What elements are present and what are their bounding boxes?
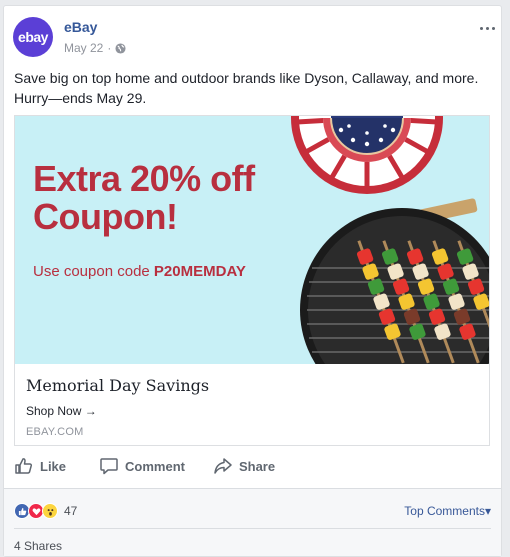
avatar-text: ebay bbox=[18, 29, 48, 45]
post-date[interactable]: May 22 bbox=[64, 41, 103, 55]
ad-title[interactable]: Memorial Day Savings bbox=[26, 376, 209, 395]
top-comments-dropdown[interactable]: Top Comments▾ bbox=[404, 504, 491, 518]
wow-reaction-icon bbox=[42, 503, 58, 519]
post-meta: May 22 · bbox=[64, 41, 126, 55]
post-stats: 47 Top Comments▾ 4 Shares bbox=[4, 488, 501, 556]
ad-domain: EBAY.COM bbox=[26, 426, 84, 438]
shares-count[interactable]: 4 Shares bbox=[14, 539, 62, 553]
headline-line-2: Coupon! bbox=[33, 196, 178, 237]
more-options-icon[interactable] bbox=[477, 23, 497, 33]
ad-caption[interactable]: Memorial Day Savings Shop Now → EBAY.COM bbox=[15, 364, 489, 445]
reaction-count: 47 bbox=[64, 504, 78, 518]
share-button[interactable]: Share bbox=[213, 456, 275, 476]
ad-image[interactable]: Extra 20% off Coupon! Use coupon code P2… bbox=[15, 116, 489, 364]
shop-now-link[interactable]: Shop Now → bbox=[26, 404, 97, 418]
like-icon bbox=[15, 458, 33, 474]
comment-icon bbox=[100, 458, 118, 475]
grill-illustration bbox=[300, 198, 489, 364]
ad-headline: Extra 20% off Coupon! bbox=[33, 160, 255, 236]
feed-post: ebay eBay May 22 · Save big on top home … bbox=[3, 5, 502, 557]
post-text: Save big on top home and outdoor brands … bbox=[14, 70, 479, 106]
like-label: Like bbox=[40, 458, 67, 474]
headline-line-1: Extra 20% off bbox=[33, 158, 255, 199]
avatar[interactable]: ebay bbox=[13, 17, 53, 57]
ad-card[interactable]: Extra 20% off Coupon! Use coupon code P2… bbox=[14, 115, 490, 446]
share-label: Share bbox=[238, 458, 276, 474]
reactions-summary[interactable]: 47 bbox=[14, 503, 77, 519]
coupon-code: P20MEMDAY bbox=[153, 263, 246, 280]
like-button[interactable]: Like bbox=[14, 456, 66, 476]
comment-label: Comment bbox=[125, 458, 185, 474]
comment-button[interactable]: Comment bbox=[99, 456, 185, 476]
post-actions: Like Comment Share bbox=[12, 452, 492, 480]
coupon-prefix: Use coupon code bbox=[33, 263, 154, 280]
share-icon bbox=[214, 458, 232, 474]
meta-separator: · bbox=[107, 41, 112, 55]
bunting-illustration bbox=[291, 116, 443, 194]
post-header: ebay eBay May 22 · bbox=[13, 17, 495, 61]
stats-divider bbox=[14, 528, 491, 529]
page-name-link[interactable]: eBay bbox=[64, 19, 97, 35]
coupon-line: Use coupon code P20MEMDAY bbox=[33, 263, 246, 280]
globe-icon bbox=[115, 42, 126, 54]
